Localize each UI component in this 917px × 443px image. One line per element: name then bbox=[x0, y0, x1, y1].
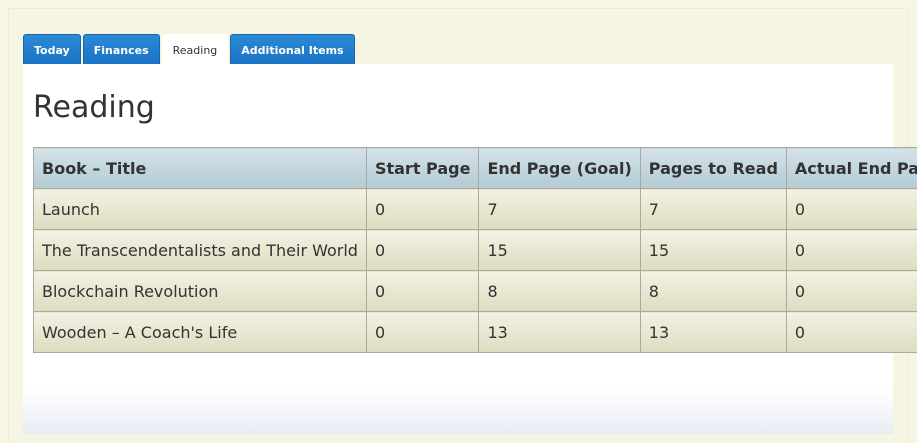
tab-today[interactable]: Today bbox=[23, 34, 81, 65]
column-header-book-title: Book – Title bbox=[33, 147, 367, 189]
cell-start-page: 0 bbox=[365, 229, 480, 271]
cell-end-page-goal: 13 bbox=[478, 311, 641, 353]
cell-actual-end-page: 0 bbox=[785, 311, 917, 353]
tab-additional-items[interactable]: Additional Items bbox=[230, 34, 355, 65]
cell-book-title: Launch bbox=[33, 188, 367, 230]
cell-pages-to-read: 13 bbox=[639, 311, 787, 353]
cell-end-page-goal: 7 bbox=[478, 188, 641, 230]
table-row: Blockchain Revolution 0 8 8 0 bbox=[33, 270, 917, 312]
page-title: Reading bbox=[33, 90, 155, 125]
column-header-pages-to-read: Pages to Read bbox=[639, 147, 787, 189]
reading-table: Book – Title Start Page End Page (Goal) … bbox=[33, 147, 917, 353]
cell-actual-end-page: 0 bbox=[785, 270, 917, 312]
table-header-row: Book – Title Start Page End Page (Goal) … bbox=[33, 147, 917, 189]
tab-reading[interactable]: Reading bbox=[161, 34, 229, 66]
tab-bar: Today Finances Reading Additional Items bbox=[23, 34, 355, 66]
column-header-end-page-goal: End Page (Goal) bbox=[478, 147, 641, 189]
cell-start-page: 0 bbox=[365, 188, 480, 230]
cell-book-title: The Transcendentalists and Their World bbox=[33, 229, 367, 271]
table-row: Launch 0 7 7 0 bbox=[33, 188, 917, 230]
cell-actual-end-page: 0 bbox=[785, 188, 917, 230]
cell-end-page-goal: 15 bbox=[478, 229, 641, 271]
column-header-actual-end-page: Actual End Page bbox=[785, 147, 917, 189]
cell-start-page: 0 bbox=[365, 270, 480, 312]
table-row: Wooden – A Coach's Life 0 13 13 0 bbox=[33, 311, 917, 353]
cell-end-page-goal: 8 bbox=[478, 270, 641, 312]
cell-actual-end-page: 0 bbox=[785, 229, 917, 271]
tab-finances[interactable]: Finances bbox=[82, 34, 160, 65]
content-panel: Reading Book – Title Start Page End Page… bbox=[23, 64, 917, 434]
cell-pages-to-read: 8 bbox=[639, 270, 787, 312]
cell-pages-to-read: 15 bbox=[639, 229, 787, 271]
cell-book-title: Wooden – A Coach's Life bbox=[33, 311, 367, 353]
cell-pages-to-read: 7 bbox=[639, 188, 787, 230]
cell-book-title: Blockchain Revolution bbox=[33, 270, 367, 312]
column-header-start-page: Start Page bbox=[365, 147, 480, 189]
cell-start-page: 0 bbox=[365, 311, 480, 353]
table-row: The Transcendentalists and Their World 0… bbox=[33, 229, 917, 271]
